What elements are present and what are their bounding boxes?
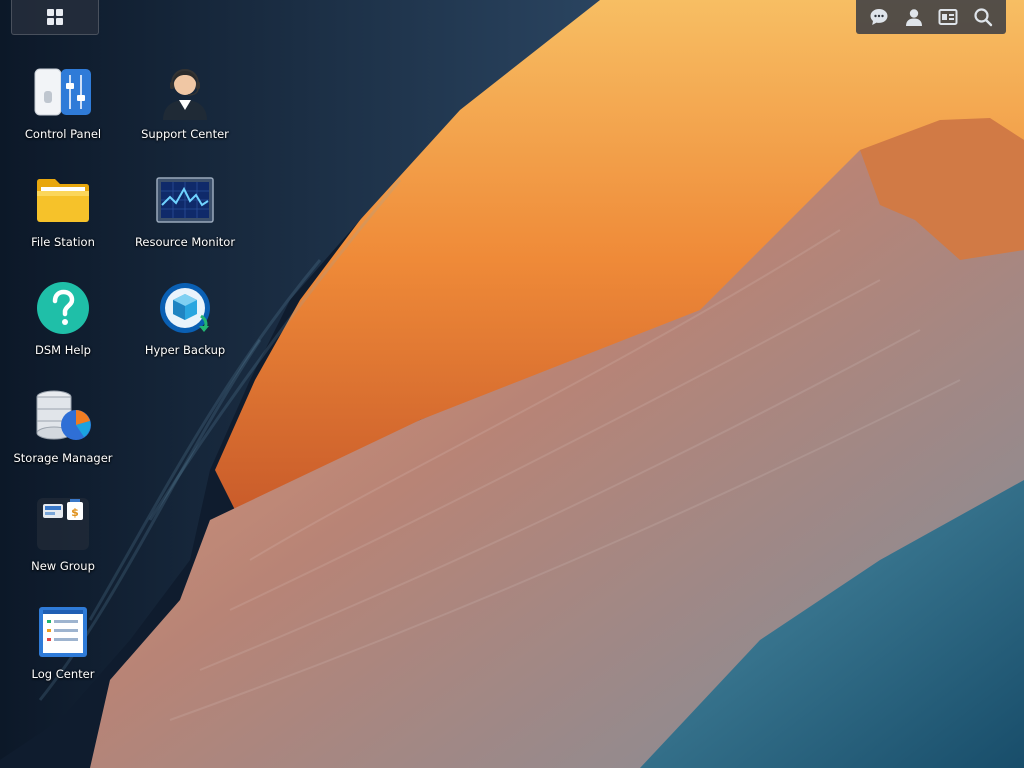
desktop-icon-label: Storage Manager xyxy=(13,451,113,465)
log-center-icon xyxy=(33,602,93,662)
search-button[interactable] xyxy=(970,4,996,30)
desktop-icon-label: Hyper Backup xyxy=(144,343,226,357)
top-right-tray xyxy=(856,0,1006,34)
main-menu-button[interactable] xyxy=(11,0,99,35)
control-panel-icon xyxy=(33,62,93,122)
desktop-icon-dsm-help[interactable]: DSM Help xyxy=(8,278,118,359)
user-menu-button[interactable] xyxy=(901,4,927,30)
backup-icon xyxy=(155,278,215,338)
desktop-icon-label: New Group xyxy=(31,559,95,573)
desktop-icon-label: File Station xyxy=(31,235,95,249)
desktop-icon-label: Resource Monitor xyxy=(134,235,236,249)
help-icon xyxy=(33,278,93,338)
desktop-icon-label: DSM Help xyxy=(35,343,91,357)
user-icon xyxy=(905,9,922,26)
desktop-icon-file-station[interactable]: File Station xyxy=(8,170,118,251)
storage-manager-icon xyxy=(33,386,93,446)
resource-monitor-icon xyxy=(155,170,215,230)
desktop-icon-resource-monitor[interactable]: Resource Monitor xyxy=(130,170,240,251)
folder-icon xyxy=(33,170,93,230)
desktop-icon-support-center[interactable]: Support Center xyxy=(130,62,240,143)
app-group-icon: $ xyxy=(33,494,93,554)
desktop-icon-label: Control Panel xyxy=(24,127,102,141)
desktop-icon-log-center[interactable]: Log Center xyxy=(8,602,118,683)
widgets-button[interactable] xyxy=(935,4,961,30)
support-center-icon xyxy=(155,62,215,122)
desktop-icon-hyper-backup[interactable]: Hyper Backup xyxy=(130,278,240,359)
desktop-icon-new-group[interactable]: $ New Group xyxy=(8,494,118,575)
app-grid-icon xyxy=(47,9,63,25)
widgets-icon xyxy=(938,9,958,25)
chat-icon xyxy=(870,9,888,25)
svg-text:$: $ xyxy=(71,506,79,519)
desktop-icon-label: Support Center xyxy=(141,127,229,141)
search-icon xyxy=(974,8,992,27)
desktop-icon-control-panel[interactable]: Control Panel xyxy=(8,62,118,143)
notifications-button[interactable] xyxy=(866,4,892,30)
desktop-icon-label: Log Center xyxy=(31,667,95,681)
desktop-icon-storage-manager[interactable]: Storage Manager xyxy=(8,386,118,467)
